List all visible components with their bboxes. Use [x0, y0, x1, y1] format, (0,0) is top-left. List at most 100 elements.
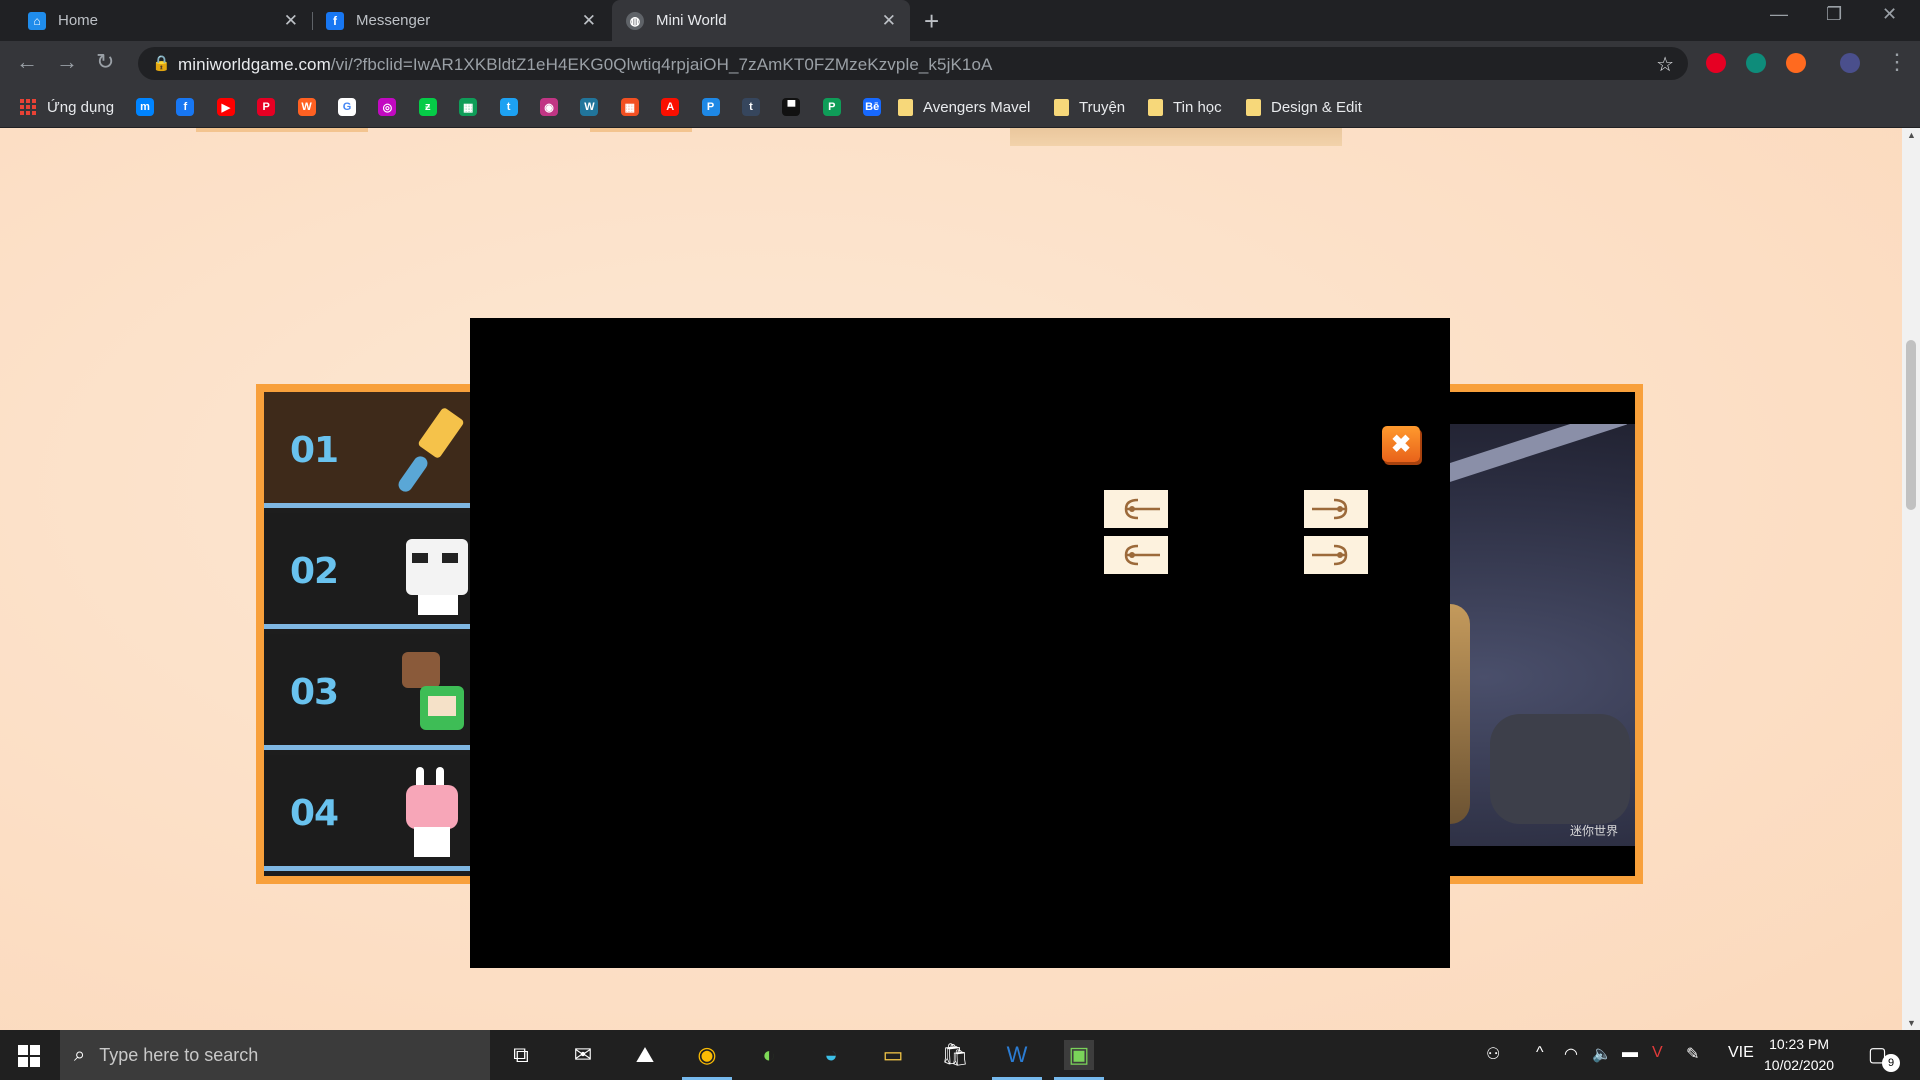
edge-icon[interactable]: ◒	[816, 1040, 846, 1070]
top-decoration	[196, 128, 368, 132]
wattpad-icon: W	[297, 98, 316, 116]
page-content: 01 02 03 04 迷你世界 ✖	[0, 128, 1902, 1030]
close-icon[interactable]: ✕	[582, 11, 596, 31]
tab-title: Mini World	[656, 12, 727, 29]
tab-mini-world[interactable]: ◍ Mini World ✕	[612, 0, 910, 41]
bookmark-shortcut[interactable]: t	[742, 97, 760, 117]
battery-icon[interactable]: ▬	[1622, 1044, 1638, 1062]
bookmark-folder[interactable]: Truyện	[1054, 97, 1125, 117]
close-icon[interactable]: ✕	[284, 11, 298, 31]
bookmark-shortcut[interactable]: ◎	[378, 97, 397, 117]
bookmark-shortcut[interactable]: W	[297, 97, 316, 117]
menu-number: 02	[290, 551, 339, 592]
file-explorer-icon[interactable]: ▭	[878, 1040, 908, 1070]
top-banner-image	[1010, 128, 1342, 146]
volume-icon[interactable]: 🔈	[1592, 1044, 1612, 1064]
bookmark-shortcut[interactable]: P	[822, 97, 841, 117]
windows-start-icon[interactable]	[18, 1045, 40, 1067]
picsart-icon: ◎	[378, 98, 397, 116]
back-button[interactable]: ←	[16, 49, 38, 75]
browser-tab-bar: ⌂ Home ✕ f Messenger ✕ ◍ Mini World ✕ + …	[0, 0, 1920, 41]
mail-icon[interactable]: ✉	[568, 1040, 598, 1070]
clock-time: 10:23 PM	[1769, 1036, 1829, 1052]
menu-number: 01	[290, 430, 339, 471]
pixiv-icon: P	[822, 98, 841, 116]
grammarly-extension-icon[interactable]	[1746, 53, 1766, 73]
modal-close-button[interactable]: ✖	[1382, 426, 1420, 462]
forward-button[interactable]: →	[56, 49, 78, 75]
restore-button[interactable]: ❐	[1826, 4, 1842, 25]
address-bar[interactable]: 🔒 miniworldgame.com/vi/?fbclid=IwAR1XKBl…	[138, 47, 1688, 80]
browser-toolbar: ← → ↻ 🔒 miniworldgame.com/vi/?fbclid=IwA…	[0, 41, 1920, 86]
bookmark-shortcut[interactable]: ▶	[216, 97, 235, 117]
tab-home[interactable]: ⌂ Home ✕	[14, 0, 313, 41]
bookmark-shortcut[interactable]: P	[701, 97, 720, 117]
word-icon[interactable]: W	[992, 1040, 1042, 1080]
chrome-icon[interactable]: ◉	[682, 1040, 732, 1080]
coccoc-icon[interactable]: ◐	[754, 1040, 784, 1070]
scroll-up-icon[interactable]: ▲	[1907, 130, 1916, 140]
scroll-down-icon[interactable]: ▼	[1907, 1018, 1916, 1028]
reload-button[interactable]: ↻	[96, 49, 114, 75]
pinterest-icon: P	[257, 98, 276, 116]
profile-avatar[interactable]	[1840, 53, 1860, 73]
bookmark-star-icon[interactable]: ☆	[1656, 52, 1674, 77]
facebook-icon: f	[176, 98, 195, 116]
close-icon: ✖	[1390, 430, 1412, 458]
bookmarks-bar: Ứng dụng m f ▶ P W G ◎ ƶ ▦ t ◉ W ▦ A Pt ▀ P Bē Avengers M…	[0, 86, 1920, 128]
close-icon[interactable]: ✕	[882, 11, 896, 31]
vivaldi-tray-icon[interactable]: V	[1652, 1044, 1663, 1062]
bookmark-folder[interactable]: Design & Edit	[1246, 97, 1362, 117]
bookmark-shortcut[interactable]: m	[136, 97, 154, 117]
bookmark-shortcut[interactable]: ƶ	[418, 97, 437, 117]
bookmark-shortcut[interactable]: f	[176, 97, 195, 117]
menu-number: 04	[290, 793, 339, 834]
page-scrollbar[interactable]: ▲ ▼	[1902, 128, 1920, 1030]
folder-label: Tin học	[1173, 98, 1222, 116]
video-modal[interactable]: ✖	[470, 318, 1450, 968]
photos-icon[interactable]: ⛰	[630, 1040, 660, 1070]
bookmark-shortcut[interactable]: ▀	[782, 97, 801, 117]
bookmark-shortcut[interactable]: Bē	[863, 97, 882, 117]
close-window-button[interactable]: ✕	[1882, 4, 1897, 25]
tab-title: Messenger	[356, 12, 431, 29]
folder-icon	[1246, 98, 1261, 116]
microsoft-icon: ▦	[620, 98, 639, 116]
minimize-button[interactable]: —	[1770, 4, 1788, 25]
bookmark-shortcut[interactable]: A	[661, 97, 680, 117]
show-hidden-icons[interactable]: ^	[1536, 1044, 1544, 1062]
bookmark-shortcut[interactable]: ▦	[459, 97, 478, 117]
arrow-left-ornament-icon	[1124, 498, 1160, 520]
people-icon[interactable]: ⚇	[1486, 1044, 1500, 1064]
task-view-icon[interactable]: ⧉	[506, 1040, 536, 1070]
folder-label: Avengers Mavel	[923, 98, 1031, 116]
new-tab-button[interactable]: +	[924, 6, 939, 37]
mini-world-app-icon[interactable]: ▣	[1054, 1040, 1104, 1080]
system-clock[interactable]: 10:23 PM 10/02/2020	[1764, 1034, 1834, 1076]
pen-icon[interactable]: ✎	[1686, 1044, 1699, 1064]
bookmark-folder[interactable]: Tin học	[1148, 97, 1222, 117]
tumblr-icon: t	[742, 98, 760, 116]
folder-icon	[1054, 98, 1069, 116]
deviantart-icon: ƶ	[418, 98, 437, 116]
taskbar-search-box[interactable]: ⌕ Type here to search	[60, 1030, 490, 1080]
pinterest-extension-icon[interactable]	[1706, 53, 1726, 73]
notifications-icon[interactable]: ▢ 9	[1868, 1042, 1900, 1072]
bookmark-folder[interactable]: Avengers Mavel	[898, 97, 1030, 117]
bookmark-shortcut[interactable]: ▦	[620, 97, 639, 117]
bookmark-shortcut[interactable]: t	[499, 97, 518, 117]
menu-kebab-icon[interactable]: ⋮	[1886, 49, 1908, 75]
arrow-left-ornament-icon	[1124, 544, 1160, 566]
apps-shortcut[interactable]: Ứng dụng	[20, 97, 114, 117]
fire-extension-icon[interactable]	[1786, 53, 1806, 73]
lock-icon[interactable]: 🔒	[152, 54, 171, 72]
bookmark-shortcut[interactable]: W	[580, 97, 599, 117]
tab-messenger[interactable]: f Messenger ✕	[312, 0, 610, 41]
microsoft-store-icon[interactable]: 🛍	[940, 1040, 970, 1070]
bookmark-shortcut[interactable]: P	[257, 97, 276, 117]
bookmark-shortcut[interactable]: ◉	[540, 97, 558, 117]
scrollbar-thumb[interactable]	[1906, 340, 1916, 510]
input-language[interactable]: VIE	[1728, 1044, 1754, 1062]
bookmark-shortcut[interactable]: G	[338, 97, 356, 117]
wifi-icon[interactable]: ◠	[1564, 1044, 1578, 1064]
